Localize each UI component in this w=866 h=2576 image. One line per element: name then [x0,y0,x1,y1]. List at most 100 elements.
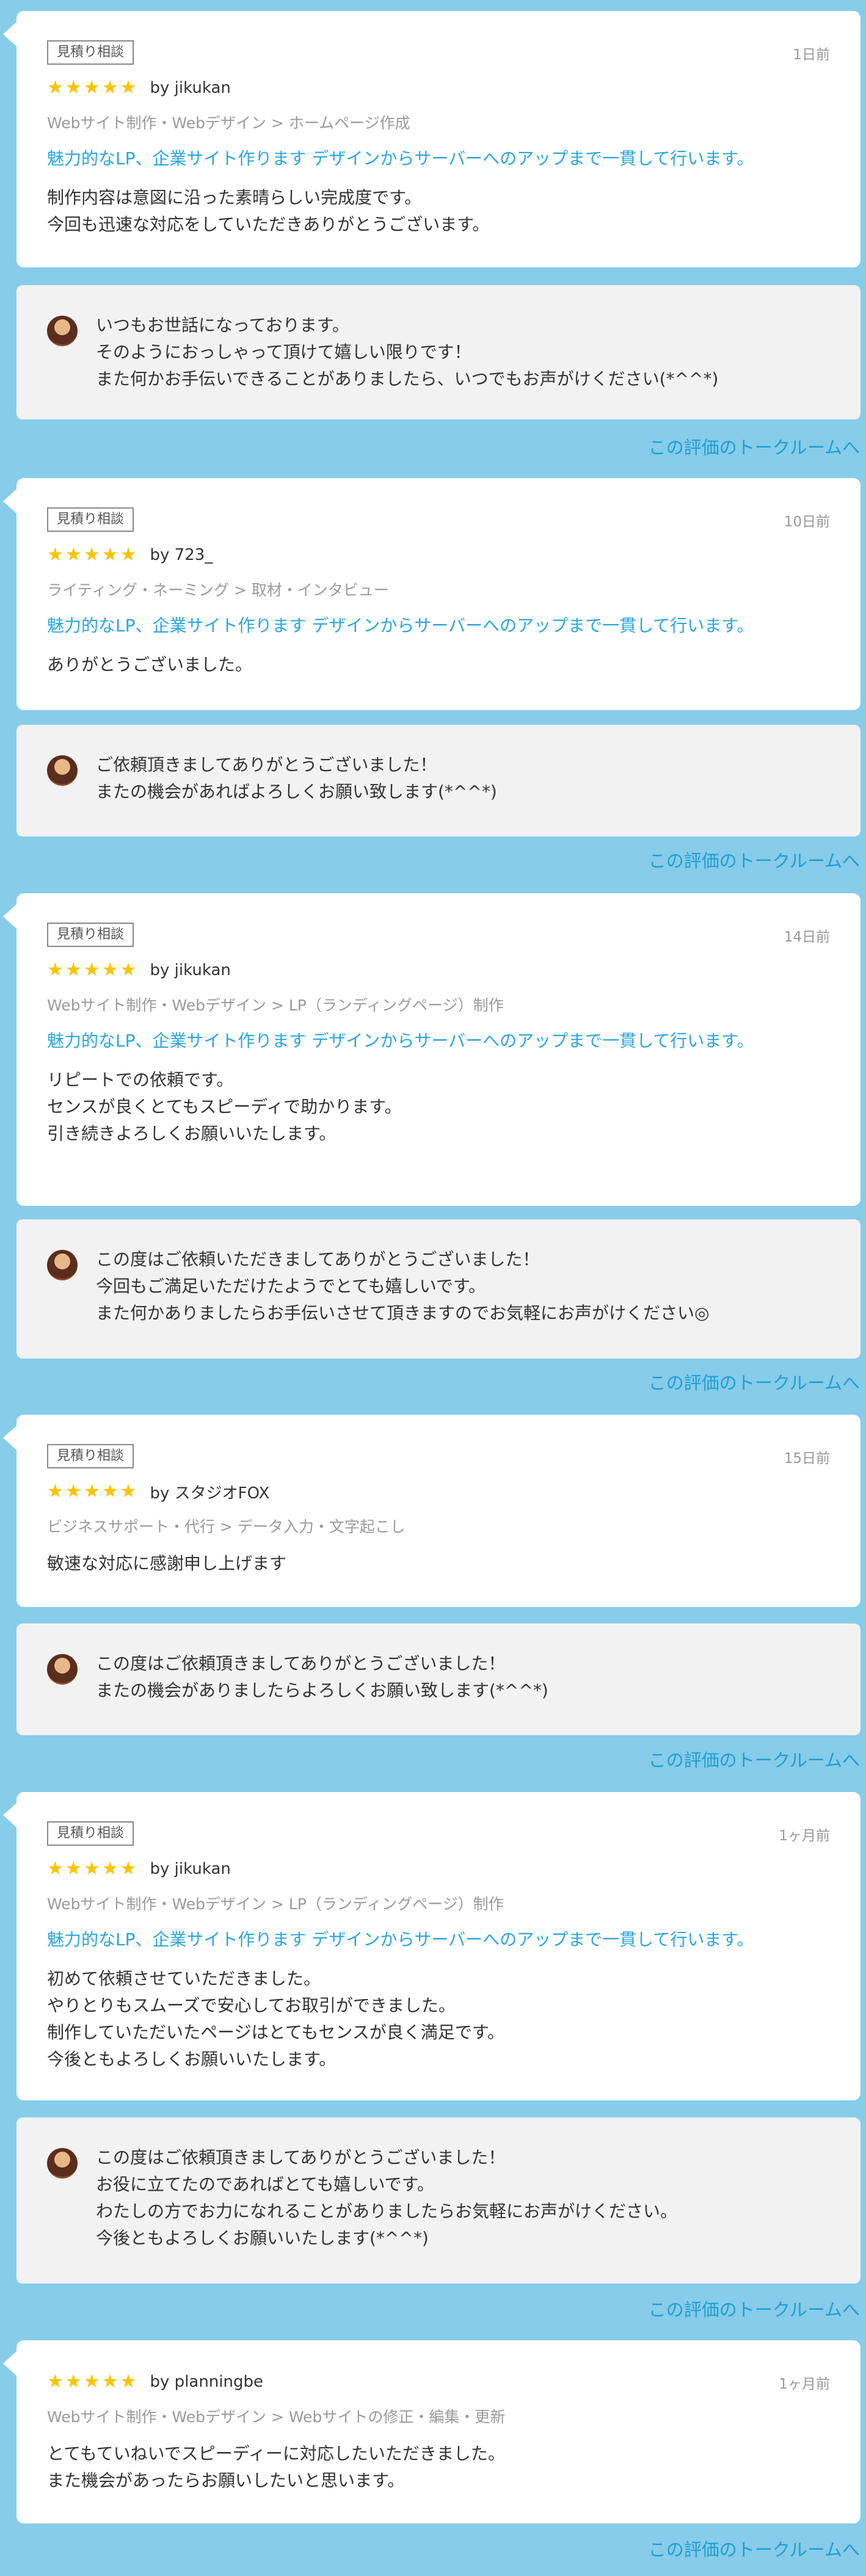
estimate-badge: 見積り相談 [47,923,134,947]
service-title-link[interactable]: 魅力的なLP、企業サイト作ります デザインからサーバーへのアップまで一貫して行い… [47,614,830,638]
review-card: 見積り相談 1ヶ月前 ★ ★ ★ ★ ★ by jikukan Webサイト制作… [3,1792,861,2100]
review-date: 15日前 [784,1451,830,1467]
star-rating: ★ ★ ★ ★ ★ [47,79,137,97]
star-icon: ★ [101,544,118,565]
star-icon: ★ [65,544,82,565]
star-icon: ★ [101,77,118,98]
estimate-badge: 見積り相談 [47,40,134,65]
talk-room-link[interactable]: この評価のトークルームへ [649,1746,860,1772]
reply-text: この度はご依頼頂きましてありがとうございました！ またの機会がありましたらよろし… [96,1653,548,1700]
avatar [47,1654,78,1685]
star-icon: ★ [120,544,137,565]
review-card: 1ヶ月前 ★ ★ ★ ★ ★ by planningbe Webサイト制作・We… [3,2340,861,2523]
star-icon: ★ [65,1481,82,1502]
star-icon: ★ [120,1481,137,1502]
reviewer-name: by jikukan [150,1860,231,1878]
service-title-link[interactable]: 魅力的なLP、企業サイト作ります デザインからサーバーへのアップまで一貫して行い… [47,147,830,171]
category-breadcrumb: Webサイト制作・Webデザイン > LP（ランディングページ）制作 [47,1895,504,1913]
review-text: リピートでの依頼です。 センスが良くとてもスピーディで助かります。 引き続きよろ… [47,1070,402,1144]
reviewer-name: by planningbe [150,2373,264,2391]
review-card: 見積り相談 15日前 ★ ★ ★ ★ ★ by スタジオFOX ビジネスサポート… [3,1415,861,1607]
review-date: 10日前 [784,514,830,530]
star-icon: ★ [120,2371,137,2392]
seller-reply: この度はご依頼頂きましてありがとうございました！ またの機会がありましたらよろし… [16,1624,861,1735]
star-icon: ★ [65,77,82,98]
star-icon: ★ [65,2371,82,2392]
star-icon: ★ [83,1858,100,1879]
category-breadcrumb: Webサイト制作・Webデザイン > Webサイトの修正・編集・更新 [47,2408,506,2426]
rating-row: ★ ★ ★ ★ ★ by planningbe [47,2370,830,2394]
service-title-link[interactable]: 魅力的なLP、企業サイト作ります デザインからサーバーへのアップまで一貫して行い… [47,1029,830,1053]
reply-text: ご依頼頂きましてありがとうございました！ またの機会があればよろしくお願い致しま… [96,755,497,802]
seller-reply: この度はご依頼いただきましてありがとうございました！ 今回もご満足いただけたよう… [16,1219,861,1359]
avatar [47,1250,78,1280]
review-text: ありがとうございました。 [47,655,253,675]
star-icon: ★ [65,959,82,981]
rating-row: ★ ★ ★ ★ ★ by 723_ [47,543,830,567]
talk-room-link[interactable]: この評価のトークルームへ [649,1369,860,1395]
star-icon: ★ [47,959,64,981]
star-rating: ★ ★ ★ ★ ★ [47,961,137,979]
seller-reply: ご依頼頂きましてありがとうございました！ またの機会があればよろしくお願い致しま… [16,725,861,836]
avatar [47,316,78,346]
star-icon: ★ [83,959,100,981]
review-card: 見積り相談 10日前 ★ ★ ★ ★ ★ by 723_ ライティング・ネーミン… [3,478,861,710]
category-breadcrumb: ビジネスサポート・代行 > データ入力・文字起こし [47,1518,406,1536]
reply-text: この度はご依頼いただきましてありがとうございました！ 今回もご満足いただけたよう… [96,1249,710,1323]
star-icon: ★ [120,1858,137,1879]
reviewer-name: by スタジオFOX [150,1484,270,1503]
star-icon: ★ [101,959,118,981]
seller-reply: この度はご依頼頂きましてありがとうございました！ お役に立てたのであればとても嬉… [16,2117,861,2284]
talk-room-link[interactable]: この評価のトークルームへ [649,2296,860,2321]
reply-text: いつもお世話になっております。 そのようにおっしゃって頂けて嬉しい限りです！ ま… [96,315,719,389]
review-text: 初めて依頼させていただきました。 やりとりもスムーズで安心してお取引ができました… [47,1968,505,2069]
star-rating: ★ ★ ★ ★ ★ [47,546,137,564]
star-icon: ★ [101,1481,118,1502]
review-date: 1日前 [793,47,830,63]
avatar [47,2148,78,2179]
review-text: 制作内容は意図に沿った素晴らしい完成度です。 今回も迅速な対応をしていただきあり… [47,187,490,234]
review-card: 見積り相談 1日前 ★ ★ ★ ★ ★ by jikukan Webサイト制作・… [3,11,861,267]
rating-row: ★ ★ ★ ★ ★ by jikukan [47,958,830,982]
review-card: 見積り相談 14日前 ★ ★ ★ ★ ★ by jikukan Webサイト制作… [3,893,861,1206]
review-date: 1ヶ月前 [779,1828,830,1844]
star-icon: ★ [47,1481,64,1502]
review-text: 敏速な対応に感謝申し上げます [47,1553,287,1573]
star-icon: ★ [101,1858,118,1879]
rating-row: ★ ★ ★ ★ ★ by スタジオFOX [47,1479,830,1504]
category-breadcrumb: Webサイト制作・Webデザイン > ホームページ作成 [47,114,410,132]
star-icon: ★ [47,1858,64,1879]
star-icon: ★ [83,2371,100,2392]
star-rating: ★ ★ ★ ★ ★ [47,2373,137,2391]
talk-room-link[interactable]: この評価のトークルームへ [649,434,860,459]
talk-room-link[interactable]: この評価のトークルームへ [649,2536,860,2561]
avatar [47,755,78,786]
star-icon: ★ [83,1481,100,1502]
star-icon: ★ [83,544,100,565]
star-rating: ★ ★ ★ ★ ★ [47,1482,137,1501]
star-icon: ★ [83,77,100,98]
star-icon: ★ [47,2371,64,2392]
rating-row: ★ ★ ★ ★ ★ by jikukan [47,1857,830,1881]
star-rating: ★ ★ ★ ★ ★ [47,1860,137,1878]
reviewer-name: by 723_ [150,546,213,564]
review-date: 14日前 [784,929,830,945]
star-icon: ★ [120,959,137,981]
estimate-badge: 見積り相談 [47,1821,134,1846]
seller-reply: いつもお世話になっております。 そのようにおっしゃって頂けて嬉しい限りです！ ま… [16,285,861,419]
reply-text: この度はご依頼頂きましてありがとうございました！ お役に立てたのであればとても嬉… [96,2147,678,2248]
estimate-badge: 見積り相談 [47,507,134,532]
star-icon: ★ [101,2371,118,2392]
category-breadcrumb: ライティング・ネーミング > 取材・インタビュー [47,581,389,599]
reviewer-name: by jikukan [150,961,231,979]
star-icon: ★ [47,77,64,98]
talk-room-link[interactable]: この評価のトークルームへ [649,847,860,873]
review-date: 1ヶ月前 [779,2376,830,2392]
star-icon: ★ [120,77,137,98]
review-text: とてもていねいでスピーディーに対応したいただきました。 また機会があったらお願い… [47,2444,505,2491]
service-title-link[interactable]: 魅力的なLP、企業サイト作ります デザインからサーバーへのアップまで一貫して行い… [47,1928,830,1952]
star-icon: ★ [47,544,64,565]
star-icon: ★ [65,1858,82,1879]
estimate-badge: 見積り相談 [47,1444,134,1468]
category-breadcrumb: Webサイト制作・Webデザイン > LP（ランディングページ）制作 [47,996,504,1014]
